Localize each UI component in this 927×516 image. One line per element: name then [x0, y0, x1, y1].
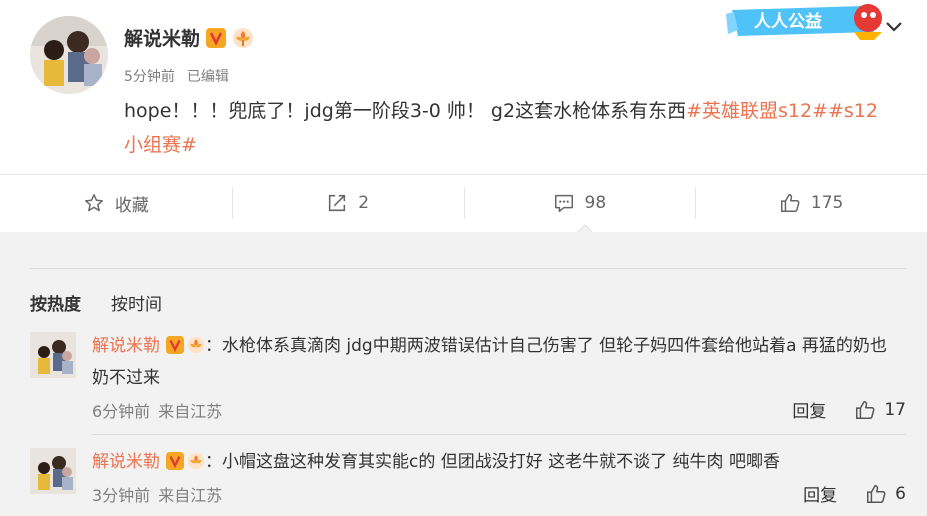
star-icon [84, 194, 103, 212]
comment-tools: 回复 6 [803, 481, 906, 507]
flower-badge-icon [187, 336, 205, 354]
comments-section: 按热度 按时间 解说米勒 ：水枪体系真滴肉 jdg中期两波错误估计自己伤害了 但… [0, 232, 927, 516]
divider [92, 434, 906, 435]
comment-like-count: 17 [884, 399, 906, 420]
post-time[interactable]: 5分钟前 [124, 66, 175, 86]
thumbs-up-icon [867, 484, 886, 503]
post-meta: 5分钟前 已编辑 [124, 66, 229, 86]
sort-by-hot-tab[interactable]: 按热度 [30, 290, 81, 315]
post-text: hope！！！兜底了！jdg第一阶段3-0 帅！ g2这套水枪体系有东西 [124, 100, 687, 122]
comment-item: 解说米勒 ：小帽这盘这种发育其实能c的 但团战没打好 这老牛就不谈了 纯牛肉 吧… [30, 448, 906, 516]
like-count: 175 [810, 193, 844, 213]
thumbs-up-icon [780, 194, 800, 212]
comment-meta: 6分钟前 来自江苏 [92, 398, 222, 422]
comment-like-count: 6 [895, 483, 906, 504]
chevron-down-icon[interactable] [882, 14, 906, 38]
flower-badge-icon [233, 27, 254, 48]
comment-button[interactable]: 98 [463, 175, 696, 231]
charity-label: 人人公益 [754, 11, 822, 31]
like-button[interactable]: 175 [695, 175, 927, 231]
verified-badge-icon [166, 452, 184, 470]
comment-body: 解说米勒 ：小帽这盘这种发育其实能c的 但团战没打好 这老牛就不谈了 纯牛肉 吧… [92, 446, 902, 478]
verified-badge-icon [206, 27, 227, 48]
comment-time: 6分钟前 [92, 402, 151, 421]
comment-item: 解说米勒 ：水枪体系真滴肉 jdg中期两波错误估计自己伤害了 但轮子妈四件套给他… [30, 332, 906, 432]
commenter-badges [166, 336, 205, 354]
comment-location: 来自江苏 [158, 486, 223, 505]
comment-location: 来自江苏 [158, 402, 223, 421]
sort-by-time-tab[interactable]: 按时间 [111, 290, 162, 315]
comment-icon [554, 194, 573, 212]
edited-label[interactable]: 已编辑 [187, 66, 229, 86]
weibo-post-card: 解说米勒 5分钟前 已编辑 hope！！！兜底了！jdg第一阶段3-0 帅！ g… [0, 0, 927, 232]
commenter-name[interactable]: 解说米勒 [92, 452, 160, 472]
comment-count: 98 [584, 193, 607, 213]
comment-time: 3分钟前 [92, 486, 151, 505]
favorite-button[interactable]: 收藏 [0, 175, 232, 231]
comment-like-button[interactable]: 17 [854, 399, 906, 421]
reply-button[interactable]: 回复 [803, 481, 837, 506]
comment-text: ：小帽这盘这种发育其实能c的 但团战没打好 这老牛就不谈了 纯牛肉 吧唧香 [205, 452, 780, 472]
comment-body: 解说米勒 ：水枪体系真滴肉 jdg中期两波错误估计自己伤害了 但轮子妈四件套给他… [92, 330, 902, 394]
commenter-name[interactable]: 解说米勒 [92, 336, 160, 356]
comment-sort-tabs: 按热度 按时间 [30, 290, 162, 315]
hashtag-link[interactable]: #英雄联盟s12# [686, 100, 828, 122]
comment-like-button[interactable]: 6 [865, 483, 906, 505]
post-action-bar: 收藏 2 98 175 [0, 175, 927, 231]
commenter-badges [166, 452, 205, 470]
favorite-label: 收藏 [114, 195, 149, 216]
repost-icon [329, 194, 346, 212]
divider [30, 268, 906, 269]
author-name-row: 解说米勒 [124, 24, 254, 51]
verified-badge-icon [166, 336, 184, 354]
flower-badge-icon [187, 452, 205, 470]
post-content: hope！！！兜底了！jdg第一阶段3-0 帅！ g2这套水枪体系有东西#英雄联… [124, 94, 884, 162]
author-name[interactable]: 解说米勒 [124, 24, 200, 51]
comment-tools: 回复 17 [792, 397, 906, 423]
thumbs-up-icon [856, 400, 875, 419]
repost-count: 2 [358, 193, 370, 213]
comment-meta: 3分钟前 来自江苏 [92, 482, 222, 506]
comment-text: ：水枪体系真滴肉 jdg中期两波错误估计自己伤害了 但轮子妈四件套给他站着a 再… [92, 336, 887, 388]
commenter-avatar[interactable] [30, 332, 76, 378]
charity-banner-icon[interactable]: 人人公益 [724, 0, 884, 42]
author-avatar[interactable] [30, 16, 108, 94]
commenter-avatar[interactable] [30, 448, 76, 494]
reply-button[interactable]: 回复 [792, 397, 826, 422]
repost-button[interactable]: 2 [231, 175, 464, 231]
